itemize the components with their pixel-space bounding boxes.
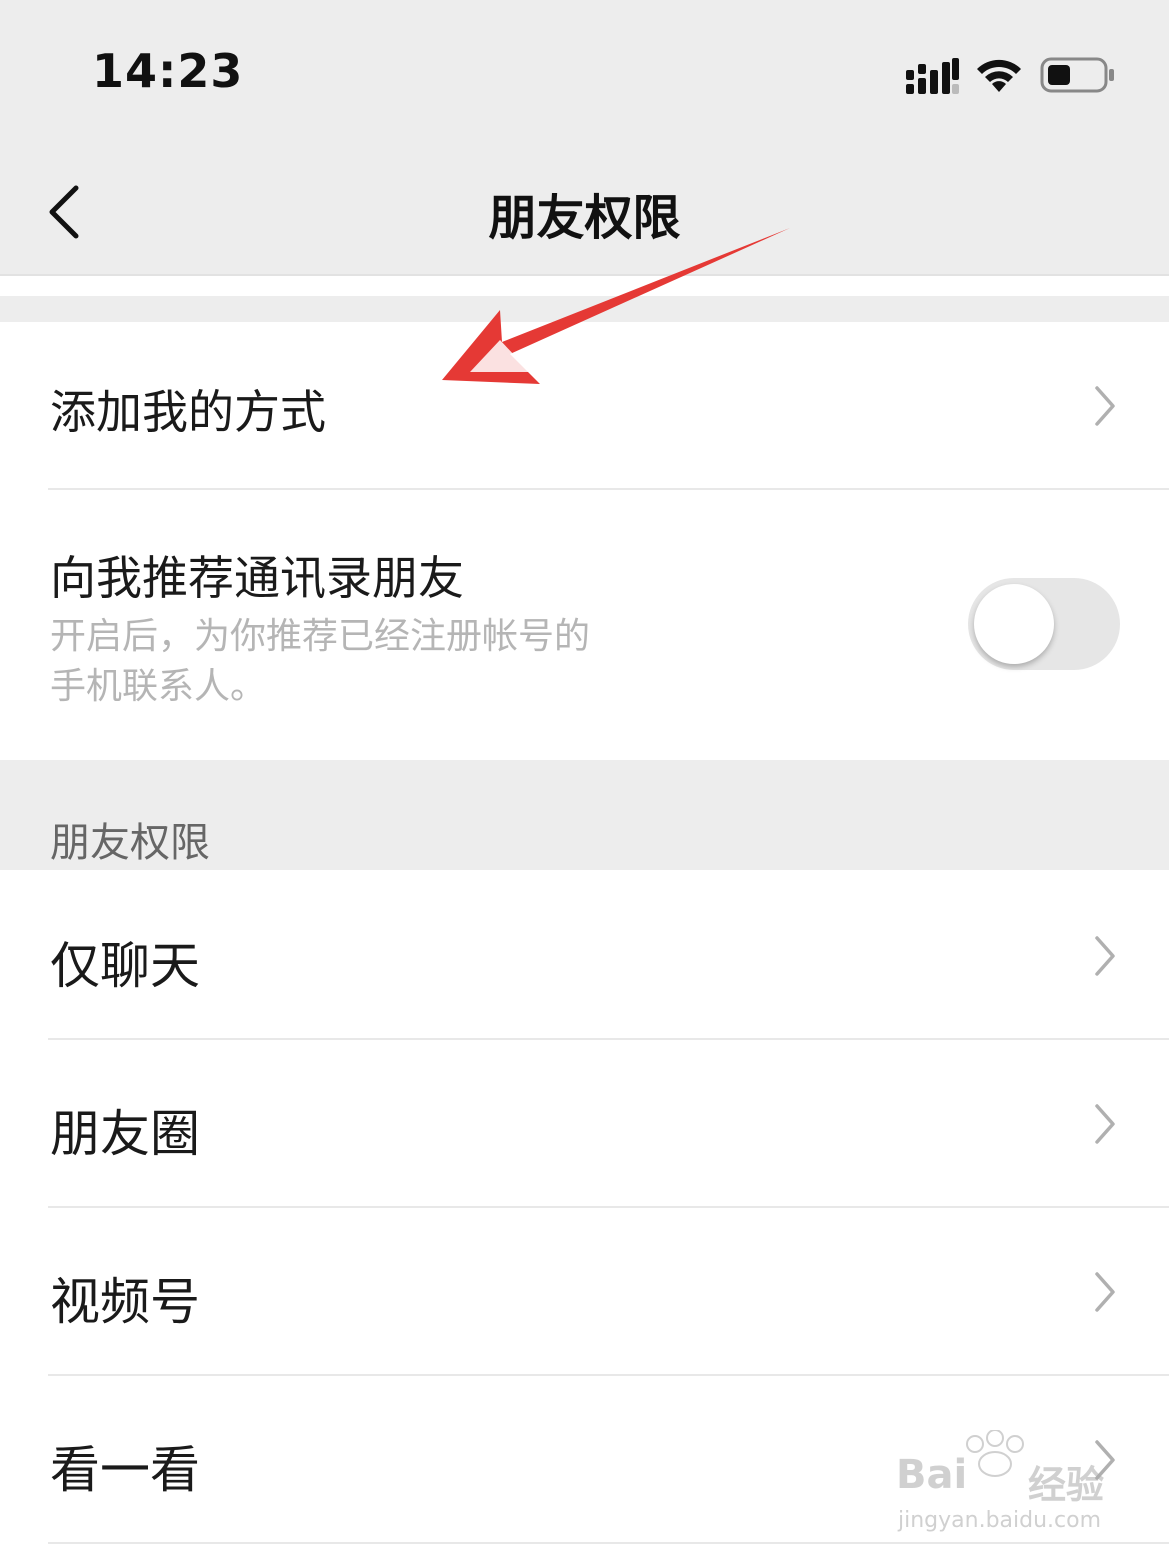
recommend-desc-line-2: 手机联系人。 [50,666,267,707]
moments-row[interactable]: 朋友圈 [0,1040,1169,1206]
add-me-methods-label: 添加我的方式 [50,385,326,439]
watermark-url: jingyan.baidu.com [898,1508,1102,1533]
recommend-contacts-toggle[interactable] [968,578,1120,670]
chevron-right-icon [1095,936,1115,976]
watermark-brand: Bai [896,1452,968,1498]
top-stories-label: 看一看 [50,1441,200,1499]
section-title: 朋友权限 [50,820,210,866]
toggle-knob [974,584,1054,664]
status-bar: 14:23 [0,0,1169,150]
chevron-right-icon [1095,1272,1115,1312]
watermark-brand-cn: 经验 [1028,1463,1105,1507]
recommend-desc-line-1: 开启后，为你推荐已经注册帐号的 [50,616,591,657]
chevron-right-icon [1095,386,1115,426]
baidu-watermark: Bai 经验 jingyan.baidu.com [890,1430,1120,1540]
status-time: 14:23 [92,44,244,98]
moments-label: 朋友圈 [50,1105,200,1163]
chat-only-row[interactable]: 仅聊天 [0,870,1169,1038]
battery-icon [1040,57,1114,93]
recommend-contacts-label: 向我推荐通讯录朋友 [50,551,464,605]
channels-label: 视频号 [50,1273,200,1331]
row-divider [48,1542,1169,1544]
annotation-arrow-icon [442,228,790,384]
wifi-icon [977,59,1021,92]
friend-permissions-section-header: 朋友权限 [0,760,1169,870]
cellular-signal-icon [906,58,959,94]
chevron-right-icon [1095,1104,1115,1144]
recommend-contacts-description: 开启后，为你推荐已经注册帐号的 手机联系人。 [50,612,710,712]
chat-only-label: 仅聊天 [50,937,200,995]
paw-icon [966,1430,1024,1477]
recommend-contacts-row: 向我推荐通讯录朋友 开启后，为你推荐已经注册帐号的 手机联系人。 [0,490,1169,760]
channels-row[interactable]: 视频号 [0,1208,1169,1374]
